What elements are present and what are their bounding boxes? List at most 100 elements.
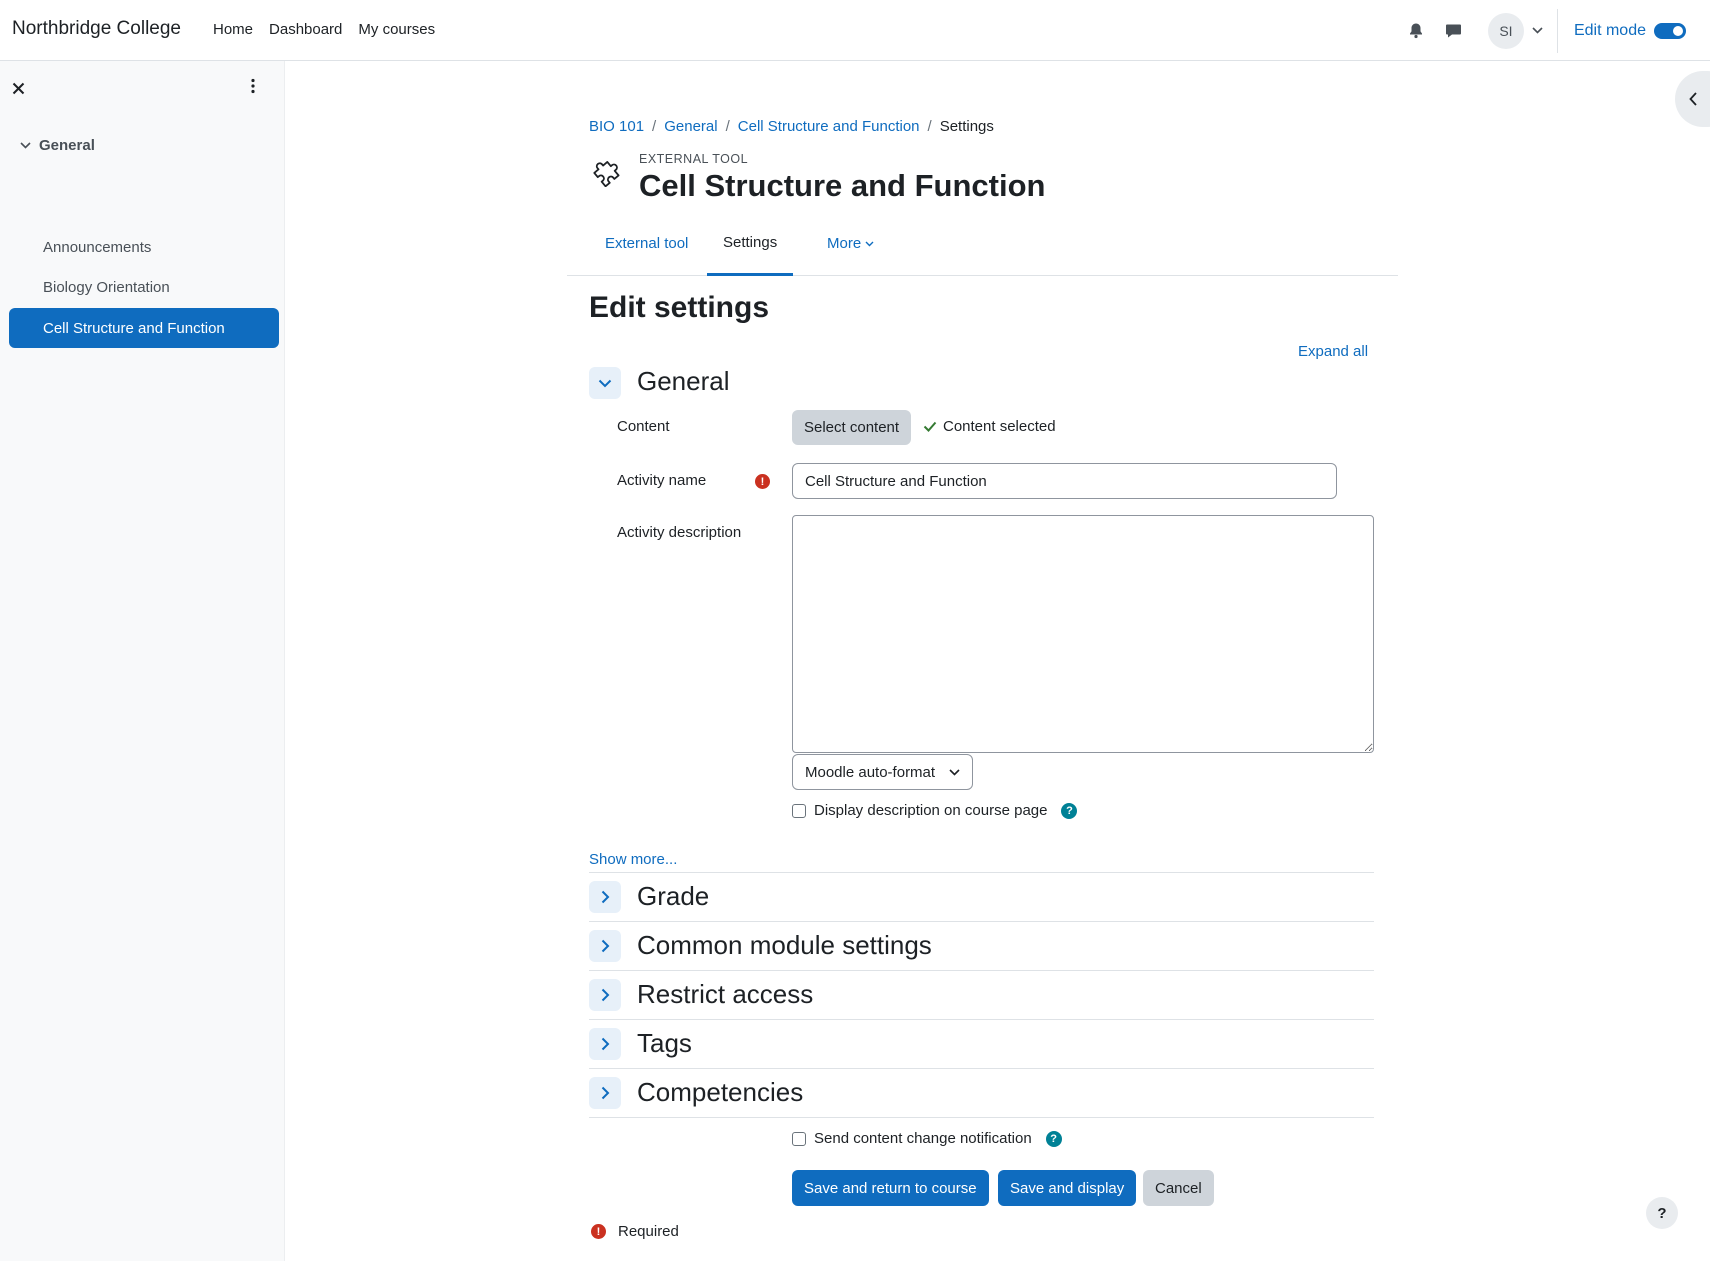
navbar-right: SI Edit mode: [1400, 0, 1710, 61]
user-menu[interactable]: SI: [1487, 12, 1543, 49]
section-title-common-module-settings[interactable]: Common module settings: [637, 930, 932, 961]
section-title-general: General: [637, 366, 730, 396]
chevron-down-icon: [598, 379, 612, 387]
drawer-item-cell-structure[interactable]: Cell Structure and Function: [9, 308, 279, 348]
chevron-right-icon: [601, 890, 609, 904]
display-description-label[interactable]: Display description on course page: [814, 802, 1047, 819]
course-index-drawer: General Announcements Biology Orientatio…: [0, 61, 285, 1261]
nav-home-link[interactable]: Home: [213, 21, 253, 38]
help-question-icon[interactable]: ?: [1646, 1197, 1678, 1229]
edit-mode-toggle[interactable]: [1654, 22, 1686, 39]
nav-dashboard-link[interactable]: Dashboard: [269, 21, 342, 38]
breadcrumb-divider: /: [725, 118, 730, 135]
save-and-return-button[interactable]: Save and return to course: [792, 1170, 989, 1206]
secondary-navigation-tabs: External tool Settings More: [567, 211, 1398, 276]
text-format-select[interactable]: Moodle auto-format: [792, 754, 974, 790]
edit-mode-label: Edit mode: [1573, 21, 1646, 39]
expand-restrict-access-button[interactable]: [589, 979, 621, 1011]
top-navbar: Northbridge College Home Dashboard My co…: [0, 0, 1710, 61]
chevron-right-icon: [601, 988, 609, 1002]
navbar-divider: [1556, 8, 1558, 53]
help-icon[interactable]: ?: [1061, 802, 1078, 819]
expand-common-module-settings-button[interactable]: [589, 930, 621, 962]
section-divider: [589, 1117, 1374, 1118]
tab-more[interactable]: More: [811, 211, 890, 276]
section-divider: [589, 921, 1374, 922]
open-block-drawer-button[interactable]: [1675, 71, 1710, 127]
drawer-item-label: Announcements: [43, 238, 152, 256]
check-icon: [923, 421, 937, 432]
messages-chat-icon[interactable]: [1438, 15, 1470, 47]
required-icon: !: [591, 1224, 606, 1239]
drawer-item-biology-orientation[interactable]: Biology Orientation: [9, 267, 279, 307]
chevron-down-icon: [865, 241, 874, 246]
section-title-tags[interactable]: Tags: [637, 1028, 692, 1059]
collapse-general-button[interactable]: [589, 367, 621, 399]
cancel-button[interactable]: Cancel: [1143, 1170, 1214, 1206]
display-description-row: Display description on course page ?: [792, 802, 1078, 819]
page-title: Cell Structure and Function: [639, 168, 1046, 203]
activity-name-label: Activity name: [617, 472, 707, 489]
chevron-down-icon: [1532, 27, 1543, 34]
drawer-section-general[interactable]: General: [20, 137, 95, 154]
section-title-competencies[interactable]: Competencies: [637, 1077, 803, 1108]
chevron-right-icon: [601, 939, 609, 953]
section-divider: [589, 872, 1374, 873]
required-label: Required: [618, 1223, 679, 1240]
chevron-down-icon: [949, 768, 960, 776]
external-tool-puzzle-icon: [593, 155, 625, 191]
breadcrumb-activity[interactable]: Cell Structure and Function: [738, 118, 920, 135]
expand-grade-button[interactable]: [589, 881, 621, 913]
kebab-menu-icon[interactable]: [250, 78, 256, 98]
activity-description-editor[interactable]: [792, 515, 1374, 753]
breadcrumb-course[interactable]: BIO 101: [589, 118, 644, 135]
chevron-right-icon: [601, 1086, 609, 1100]
activity-name-input[interactable]: [792, 463, 1337, 499]
expand-tags-button[interactable]: [589, 1028, 621, 1060]
select-content-button[interactable]: Select content: [792, 410, 912, 445]
section-title-restrict-access[interactable]: Restrict access: [637, 979, 813, 1010]
chevron-right-icon: [601, 1037, 609, 1051]
section-divider: [589, 1019, 1374, 1020]
content-selected-text: Content selected: [943, 418, 1056, 435]
drawer-item-label: Cell Structure and Function: [43, 319, 225, 337]
breadcrumb: BIO 101 / General / Cell Structure and F…: [589, 118, 994, 135]
tab-external-tool[interactable]: External tool: [589, 211, 704, 276]
activity-type-label: EXTERNAL TOOL: [639, 152, 749, 166]
drawer-item-announcements[interactable]: Announcements: [9, 227, 279, 267]
chevron-left-icon: [1689, 92, 1697, 106]
close-drawer-icon[interactable]: [12, 79, 25, 100]
drawer-item-label: Biology Orientation: [43, 278, 170, 296]
activity-description-label: Activity description: [617, 524, 742, 541]
show-more-link[interactable]: Show more...: [589, 851, 677, 868]
tab-settings[interactable]: Settings: [707, 211, 794, 276]
content-selected-status: Content selected: [923, 418, 1056, 435]
site-brand[interactable]: Northbridge College: [12, 18, 181, 40]
content-label: Content: [617, 418, 670, 435]
breadcrumb-divider: /: [927, 118, 932, 135]
drawer-section-label: General: [39, 137, 95, 154]
breadcrumb-section[interactable]: General: [664, 118, 717, 135]
nav-my-courses-link[interactable]: My courses: [358, 21, 435, 38]
display-description-checkbox[interactable]: [792, 803, 806, 818]
required-legend: ! Required: [591, 1223, 679, 1240]
section-title-grade[interactable]: Grade: [637, 881, 709, 912]
send-notification-label[interactable]: Send content change notification: [814, 1130, 1032, 1147]
primary-navigation: Home Dashboard My courses: [213, 21, 435, 38]
notifications-bell-icon[interactable]: [1400, 15, 1432, 47]
send-notification-checkbox[interactable]: [792, 1131, 806, 1146]
expand-all-link[interactable]: Expand all: [1298, 343, 1368, 360]
text-format-selected: Moodle auto-format: [805, 763, 936, 781]
section-divider: [589, 970, 1374, 971]
chevron-down-icon: [20, 142, 31, 149]
avatar: SI: [1487, 12, 1524, 49]
breadcrumb-divider: /: [652, 118, 657, 135]
send-notification-row: Send content change notification ?: [792, 1130, 1062, 1147]
save-and-display-button[interactable]: Save and display: [998, 1170, 1137, 1206]
expand-competencies-button[interactable]: [589, 1077, 621, 1109]
form-heading: Edit settings: [589, 291, 770, 324]
section-divider: [589, 1068, 1374, 1069]
help-icon[interactable]: ?: [1045, 1130, 1062, 1147]
required-icon: !: [755, 474, 770, 489]
tab-more-label: More: [827, 235, 862, 252]
